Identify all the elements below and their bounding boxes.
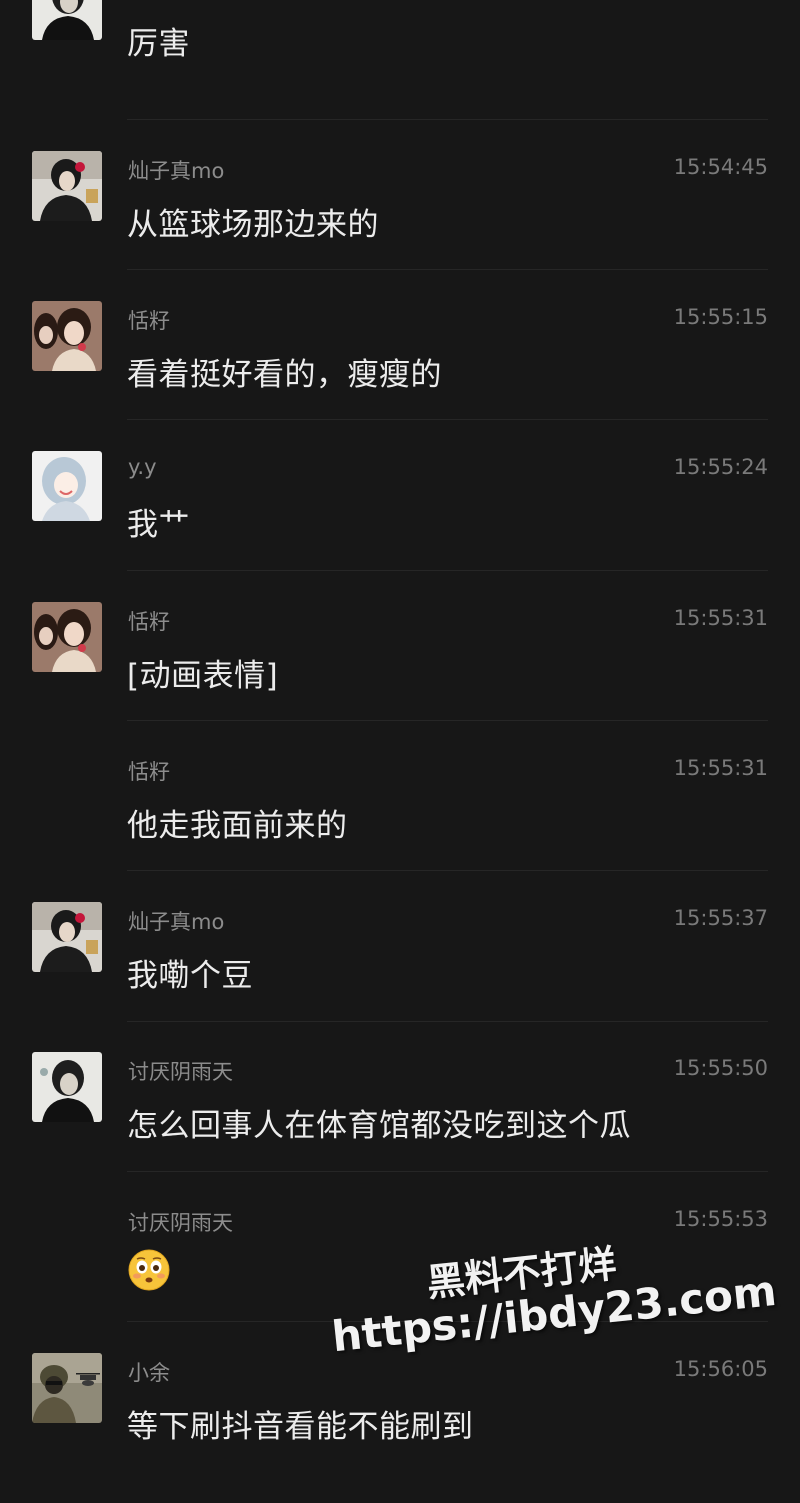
avatar[interactable] [32, 1052, 102, 1122]
chat-message-list[interactable]: 厉害 灿子真mo 15:54:45 从篮球场那边来的 恬籽 15:55:15 看… [0, 0, 800, 1486]
divider [127, 119, 768, 120]
timestamp: 15:55:31 [673, 606, 768, 630]
girl-red-flower-avatar [32, 902, 102, 972]
avatar[interactable] [32, 151, 102, 221]
avatar[interactable] [32, 902, 102, 972]
message-text: 等下刷抖音看能不能刷到 [127, 1409, 474, 1445]
chat-message[interactable]: 讨厌阴雨天 15:55:50 怎么回事人在体育馆都没吃到这个瓜 [0, 1052, 800, 1202]
divider [127, 1321, 768, 1322]
sender-name[interactable]: 小余 [128, 1357, 170, 1387]
divider [127, 870, 768, 871]
timestamp: 15:55:37 [673, 906, 768, 930]
two-girls-avatar [32, 301, 102, 371]
message-text: [动画表情] [127, 658, 279, 694]
avatar[interactable] [32, 1353, 102, 1423]
flushed-face-emoji [128, 1249, 170, 1291]
sender-name[interactable]: 恬籽 [128, 305, 170, 335]
boy-dark-hair-avatar [32, 1052, 102, 1122]
chat-message[interactable]: 恬籽 15:55:31 他走我面前来的 [0, 752, 800, 902]
message-text: 从篮球场那边来的 [127, 207, 379, 243]
timestamp: 15:55:31 [673, 756, 768, 780]
divider [127, 1171, 768, 1172]
message-text: 看着挺好看的，瘦瘦的 [127, 357, 442, 393]
message-text: 怎么回事人在体育馆都没吃到这个瓜 [127, 1108, 631, 1144]
divider [127, 419, 768, 420]
sender-name[interactable]: 讨厌阴雨天 [128, 1207, 233, 1237]
avatar[interactable] [32, 301, 102, 371]
message-text: 我嘞个豆 [127, 958, 253, 994]
avatar[interactable] [32, 602, 102, 672]
timestamp: 15:56:05 [673, 1357, 768, 1381]
divider [127, 720, 768, 721]
avatar[interactable] [32, 0, 102, 40]
chat-message[interactable]: 恬籽 15:55:15 看着挺好看的，瘦瘦的 [0, 301, 800, 451]
anime-girl-avatar [32, 451, 102, 521]
chat-message[interactable]: 讨厌阴雨天 15:55:53 [0, 1203, 800, 1353]
chat-message[interactable]: y.y 15:55:24 我艹 [0, 451, 800, 601]
divider [127, 269, 768, 270]
chat-message[interactable]: 小余 15:56:05 等下刷抖音看能不能刷到 [0, 1353, 800, 1503]
divider [127, 570, 768, 571]
message-text: 厉害 [127, 26, 190, 62]
timestamp: 15:54:45 [673, 155, 768, 179]
chat-message[interactable]: 灿子真mo 15:55:37 我嘞个豆 [0, 902, 800, 1052]
message-text: 他走我面前来的 [127, 808, 348, 844]
girl-red-flower-avatar [32, 151, 102, 221]
chat-message[interactable]: 厉害 [0, 0, 800, 120]
sender-name[interactable]: 恬籽 [128, 756, 170, 786]
boy-dark-hair-avatar [32, 0, 102, 40]
two-girls-avatar [32, 602, 102, 672]
chat-message[interactable]: 恬籽 15:55:31 [动画表情] [0, 602, 800, 752]
sender-name[interactable]: 恬籽 [128, 606, 170, 636]
chat-message[interactable]: 灿子真mo 15:54:45 从篮球场那边来的 [0, 151, 800, 301]
timestamp: 15:55:15 [673, 305, 768, 329]
timestamp: 15:55:50 [673, 1056, 768, 1080]
soldier-helicopter-avatar [32, 1353, 102, 1423]
avatar[interactable] [32, 451, 102, 521]
sender-name[interactable]: 讨厌阴雨天 [128, 1056, 233, 1086]
sender-name[interactable]: 灿子真mo [128, 906, 224, 936]
sender-name[interactable]: 灿子真mo [128, 155, 224, 185]
timestamp: 15:55:24 [673, 455, 768, 479]
divider [127, 1021, 768, 1022]
sender-name[interactable]: y.y [128, 455, 157, 479]
timestamp: 15:55:53 [673, 1207, 768, 1231]
message-text: 我艹 [127, 507, 190, 543]
